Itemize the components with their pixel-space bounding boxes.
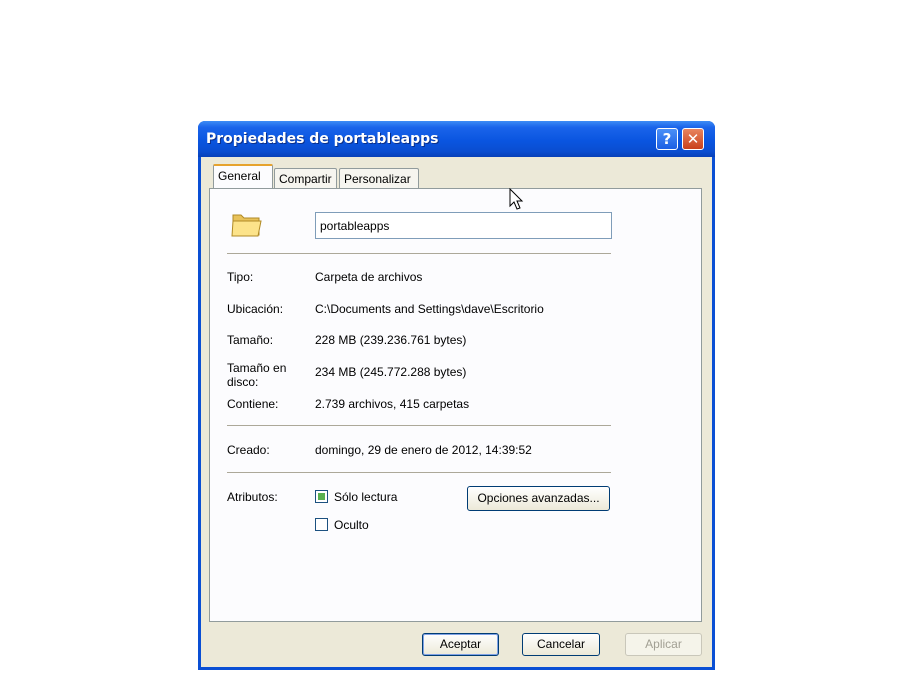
- separator: [227, 472, 611, 473]
- tamano-disco-value: 234 MB (245.772.288 bytes): [315, 365, 467, 379]
- apply-button: Aplicar: [625, 633, 702, 656]
- dialog-client-area: General Compartir Personalizar Tipo: Car…: [201, 157, 712, 667]
- window-title: Propiedades de portableapps: [206, 131, 439, 147]
- tamano-value: 228 MB (239.236.761 bytes): [315, 333, 467, 347]
- title-bar[interactable]: Propiedades de portableapps ? ✕: [198, 121, 715, 157]
- tab-compartir[interactable]: Compartir: [274, 168, 337, 188]
- contiene-label: Contiene:: [227, 397, 279, 411]
- ubicacion-label: Ubicación:: [227, 302, 284, 316]
- contiene-value: 2.739 archivos, 415 carpetas: [315, 397, 470, 411]
- hidden-label[interactable]: Oculto: [334, 518, 369, 532]
- folder-name-input[interactable]: [315, 212, 612, 239]
- tamano-disco-label: Tamaño en disco:: [227, 361, 287, 389]
- properties-dialog: Propiedades de portableapps ? ✕ General …: [198, 121, 715, 670]
- atributos-label: Atributos:: [227, 490, 278, 504]
- general-tab-page: Tipo: Carpeta de archivos Ubicación: C:\…: [209, 188, 702, 622]
- tab-general[interactable]: General: [213, 164, 273, 188]
- tipo-label: Tipo:: [227, 270, 254, 284]
- tipo-value: Carpeta de archivos: [315, 270, 423, 284]
- mouse-pointer-icon: [509, 188, 524, 210]
- ubicacion-value: C:\Documents and Settings\dave\Escritori…: [315, 302, 544, 316]
- tamano-label: Tamaño:: [227, 333, 274, 347]
- cancel-button[interactable]: Cancelar: [522, 633, 600, 656]
- creado-label: Creado:: [227, 443, 270, 457]
- read-only-checkbox[interactable]: [315, 490, 328, 503]
- read-only-label[interactable]: Sólo lectura: [334, 490, 397, 504]
- separator: [227, 253, 611, 254]
- help-button[interactable]: ?: [656, 128, 678, 150]
- separator: [227, 425, 611, 426]
- close-button[interactable]: ✕: [682, 128, 704, 150]
- tab-personalizar[interactable]: Personalizar: [339, 168, 419, 188]
- folder-icon: [231, 214, 262, 237]
- hidden-checkbox[interactable]: [315, 518, 328, 531]
- ok-button[interactable]: Aceptar: [422, 633, 499, 656]
- advanced-options-button[interactable]: Opciones avanzadas...: [467, 486, 610, 511]
- creado-value: domingo, 29 de enero de 2012, 14:39:52: [315, 443, 532, 457]
